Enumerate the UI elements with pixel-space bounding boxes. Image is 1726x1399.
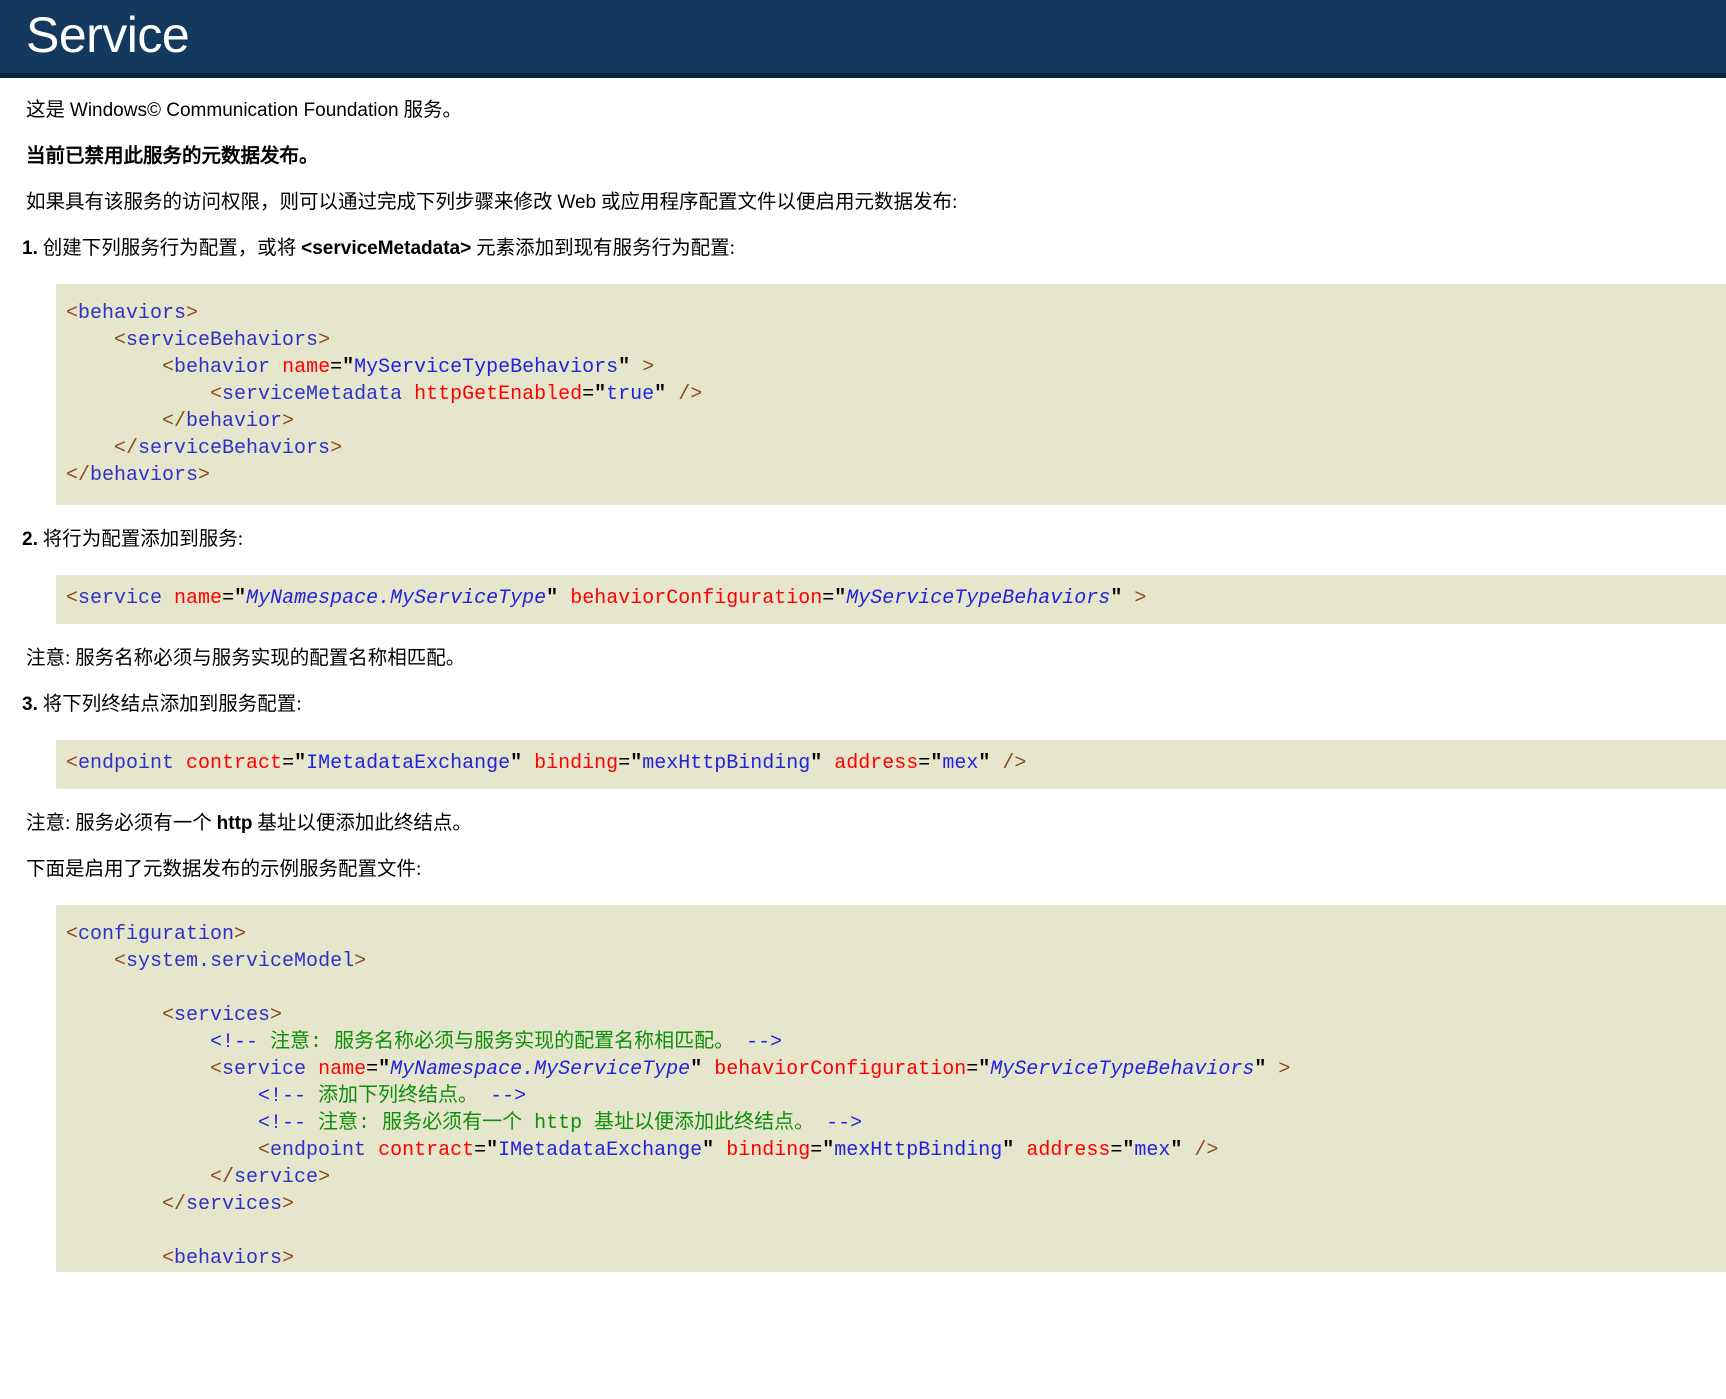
note-http-base-address: 注意: 服务必须有一个 http 基址以便添加此终结点。 [26,811,1726,837]
instructions-web-word: Web [557,192,597,213]
note2-prefix: 注意: 服务必须有一个 [26,813,217,834]
intro-suffix: 服务。 [398,100,462,121]
instructions-prefix: 如果具有该服务的访问权限，则可以通过完成下列步骤来修改 [26,192,558,213]
code-block-service: <service name="MyNamespace.MyServiceType… [56,575,1726,624]
page-content: 这是 Windows© Communication Foundation 服务。… [0,98,1726,1272]
code-block-behaviors: <behaviors> <serviceBehaviors> <behavior… [56,284,1726,505]
instructions-line: 如果具有该服务的访问权限，则可以通过完成下列步骤来修改 Web 或应用程序配置文… [26,190,1726,216]
step-1-text-pre: 创建下列服务行为配置，或将 [37,238,302,259]
intro-product-name: Windows© Communication Foundation [69,100,399,121]
intro-line: 这是 Windows© Communication Foundation 服务。 [26,98,1726,124]
step-2: 2. 将行为配置添加到服务: [22,527,1726,553]
step-2-number: 2. [22,529,38,550]
intro-prefix: 这是 [26,100,70,121]
note2-suffix: 基址以便添加此终结点。 [252,813,472,834]
page-header: Service [0,0,1726,78]
step-1-number: 1. [22,238,38,259]
instructions-suffix: 或应用程序配置文件以便启用元数据发布: [596,192,958,213]
step-1-text-post: 元素添加到现有服务行为配置: [471,238,735,259]
step-3-number: 3. [22,694,38,715]
metadata-disabled-notice: 当前已禁用此服务的元数据发布。 [26,146,319,167]
step-1-inline-code: <serviceMetadata> [301,238,472,259]
page-title: Service [26,7,190,63]
step-3-text: 将下列终结点添加到服务配置: [37,694,302,715]
note-service-name-match: 注意: 服务名称必须与服务实现的配置名称相匹配。 [26,648,466,669]
step-1: 1. 创建下列服务行为配置，或将 <serviceMetadata> 元素添加到… [22,236,1726,262]
code-block-endpoint: <endpoint contract="IMetadataExchange" b… [56,740,1726,789]
step-3: 3. 将下列终结点添加到服务配置: [22,692,1726,718]
sample-config-intro: 下面是启用了元数据发布的示例服务配置文件: [26,859,422,880]
step-2-text: 将行为配置添加到服务: [37,529,244,550]
code-block-full-configuration: <configuration> <system.serviceModel> <s… [56,905,1726,1272]
note2-http-word: http [216,813,253,834]
